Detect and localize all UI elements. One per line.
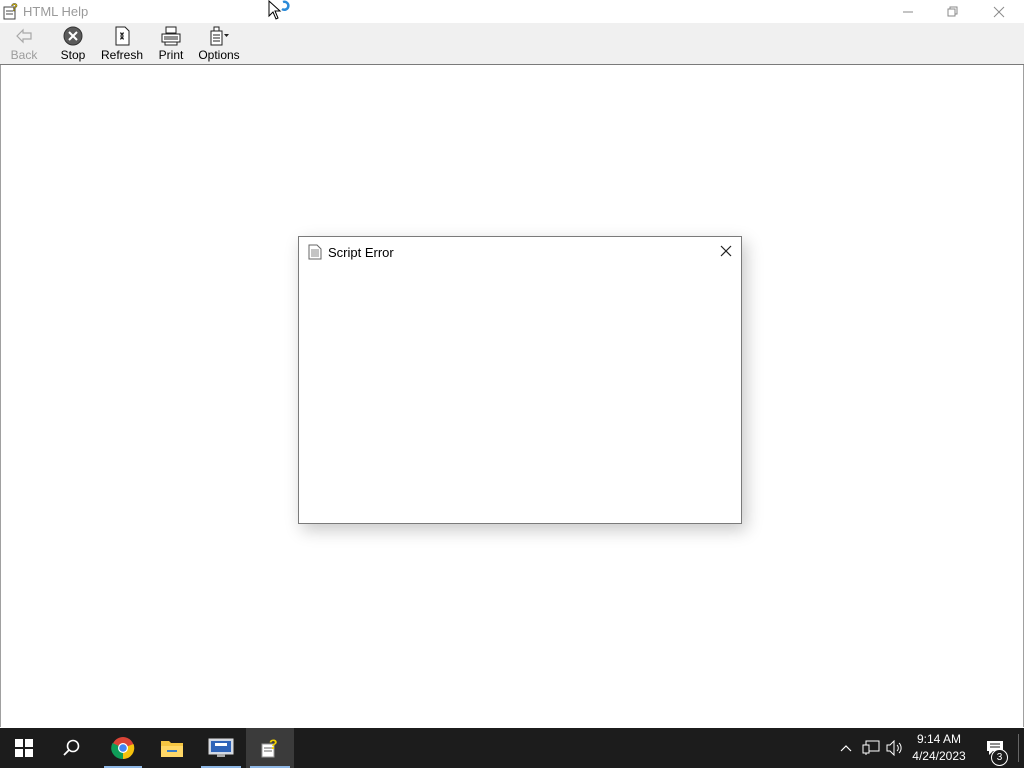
printer-icon [161, 26, 181, 46]
refresh-icon [115, 26, 130, 46]
back-button[interactable]: Back [6, 26, 42, 62]
close-window-button[interactable] [976, 0, 1022, 23]
options-button[interactable]: Options [197, 26, 241, 62]
taskbar: ? 9:14 AM 4/24/2023 3 [0, 728, 1024, 768]
windows-logo-icon [15, 739, 33, 757]
chevron-up-icon [840, 745, 852, 752]
stop-icon [63, 26, 83, 46]
dialog-title: Script Error [328, 245, 394, 260]
taskbar-file-explorer[interactable] [148, 728, 196, 768]
refresh-button[interactable]: Refresh [100, 26, 144, 62]
taskbar-clock[interactable]: 9:14 AM 4/24/2023 [908, 731, 970, 765]
options-icon [210, 26, 229, 46]
chrome-icon [111, 737, 135, 760]
clock-time: 9:14 AM [916, 732, 962, 746]
taskbar-chrome[interactable] [100, 728, 146, 768]
folder-icon [161, 741, 183, 757]
network-icon [862, 740, 880, 755]
print-label: Print [158, 48, 184, 62]
start-button[interactable] [0, 728, 48, 768]
speaker-icon [886, 740, 902, 756]
window-title: HTML Help [23, 4, 89, 19]
back-label: Back [10, 48, 38, 62]
toolbar: Back Stop Refresh Print Options [0, 23, 1024, 65]
dialog-close-button[interactable] [713, 239, 739, 263]
svg-text:?: ? [11, 2, 18, 14]
close-icon [720, 245, 732, 257]
script-error-dialog: Script Error [298, 236, 742, 524]
restore-button[interactable] [930, 0, 976, 23]
network-button[interactable] [860, 728, 882, 768]
html-help-icon: ? [261, 737, 278, 758]
volume-button[interactable] [884, 728, 906, 768]
taskbar-html-help[interactable]: ? [246, 728, 294, 768]
show-desktop-button[interactable] [1018, 734, 1019, 762]
print-button[interactable]: Print [154, 26, 188, 62]
remote-desktop-icon [208, 738, 234, 757]
options-label: Options [198, 48, 240, 62]
svg-text:?: ? [269, 737, 278, 752]
search-button[interactable] [48, 728, 96, 768]
show-hidden-icons-button[interactable] [836, 728, 856, 768]
refresh-label: Refresh [100, 48, 144, 62]
html-help-app-icon: ? [2, 2, 20, 20]
minimize-button[interactable] [885, 0, 931, 23]
search-icon [63, 739, 80, 756]
stop-label: Stop [60, 48, 86, 62]
back-arrow-icon [16, 28, 32, 44]
document-icon [308, 244, 322, 260]
clock-date: 4/24/2023 [912, 749, 966, 763]
busy-cursor-icon [268, 0, 290, 22]
notification-count-badge: 3 [991, 749, 1008, 766]
stop-button[interactable]: Stop [56, 26, 90, 62]
title-bar: ? HTML Help [0, 0, 1024, 23]
taskbar-remote-desktop[interactable] [197, 728, 245, 768]
